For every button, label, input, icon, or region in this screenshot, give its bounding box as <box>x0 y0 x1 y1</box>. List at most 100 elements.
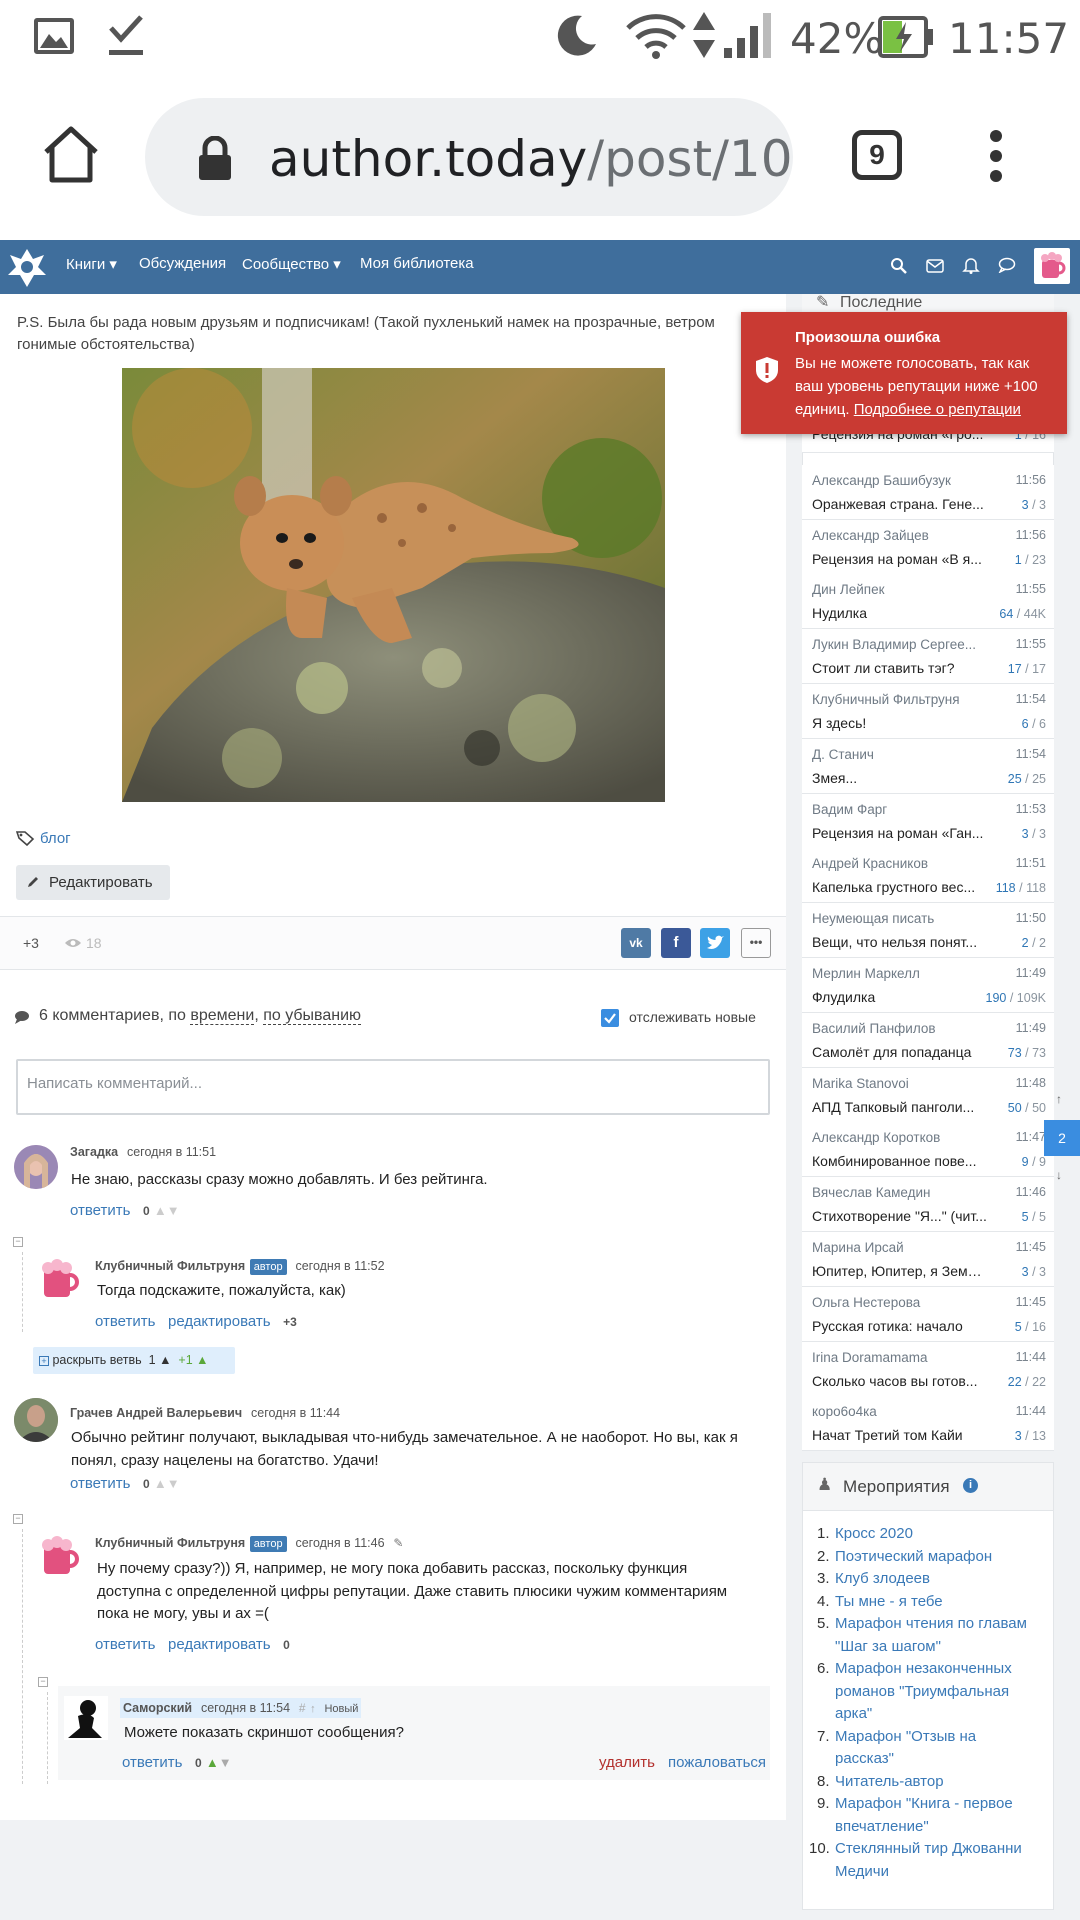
reply-link[interactable]: ответить <box>70 1475 130 1492</box>
comment-author[interactable]: Грачев Андрей Валерьевич <box>70 1406 242 1420</box>
site-logo[interactable] <box>6 245 48 289</box>
feed-title[interactable]: Я здесь! <box>812 715 987 731</box>
feed-item[interactable]: Клубничный Фильтруня 11:54 Я здесь! 6 / 6 <box>802 684 1054 739</box>
collapse-thread-icon[interactable]: − <box>38 1677 48 1687</box>
address-bar[interactable]: author.today/post/1017 <box>145 98 793 216</box>
sort-desc-link[interactable]: по убыванию <box>263 1007 362 1025</box>
feed-author[interactable]: Александр Коротков <box>812 1130 1002 1145</box>
feed-title[interactable]: Комбинированное пове... <box>812 1153 987 1169</box>
event-label[interactable]: Марафон "Отзыв на <box>835 1726 1049 1749</box>
thumbs-down-icon[interactable]: ▼ <box>219 1755 232 1770</box>
tag-blog[interactable]: блог <box>40 830 71 847</box>
scroll-up-icon[interactable]: ↑ <box>1056 1092 1062 1106</box>
feed-title[interactable]: Рецензия на роман «В я... <box>812 551 987 567</box>
share-twitter-button[interactable] <box>700 928 730 958</box>
event-label[interactable]: Марафон незаконченных <box>835 1658 1049 1681</box>
feed-author[interactable]: Вячеслав Камедин <box>812 1185 1002 1200</box>
event-label[interactable]: Читатель-автор <box>835 1771 1049 1794</box>
feed-title[interactable]: Змея... <box>812 770 987 786</box>
reply-link[interactable]: ответить <box>70 1202 130 1219</box>
comment-author[interactable]: Загадка <box>70 1145 118 1159</box>
feed-author[interactable]: Александр Башибузук <box>812 473 1002 488</box>
share-vk-button[interactable]: vk <box>621 928 651 958</box>
feed-title[interactable]: АПД Тапковый панголи... <box>812 1099 987 1115</box>
feed-item[interactable]: Вячеслав Камедин 11:46 Стихотворение "Я...… <box>802 1177 1054 1233</box>
feed-author[interactable]: Irina Doramamama <box>812 1350 1002 1365</box>
chat-icon[interactable] <box>998 257 1016 274</box>
event-label[interactable]: романов "Триумфальная <box>835 1681 1049 1704</box>
event-item[interactable]: 2. Поэтический марафон <box>813 1546 1049 1569</box>
feed-item[interactable]: Мерлин Маркелл 11:49 Флудилка 190 / 109K <box>802 958 1054 1013</box>
thumbs-down-icon[interactable]: ▼ <box>167 1203 180 1218</box>
edit-post-button[interactable]: Редактировать <box>16 865 170 900</box>
event-item[interactable]: 3. Клуб злодеев <box>813 1568 1049 1591</box>
feed-title[interactable]: Оранжевая страна. Гене... <box>812 496 987 512</box>
feed-item[interactable]: Василий Панфилов 11:49 Самолёт для попадан… <box>802 1012 1054 1068</box>
feed-author[interactable]: Неумеющая писать <box>812 911 1002 926</box>
event-label[interactable]: Ты мне - я тебе <box>835 1591 1049 1614</box>
feed-item[interactable]: Александр Зайцев 11:56 Рецензия на роман «… <box>802 519 1054 575</box>
home-icon[interactable] <box>40 124 102 186</box>
event-label[interactable]: Кросс 2020 <box>835 1523 1049 1546</box>
event-label[interactable]: "Шаг за шагом" <box>835 1636 1049 1659</box>
parent-arrow-icon[interactable]: ↑ <box>310 1703 316 1715</box>
event-item[interactable]: 1. Кросс 2020 <box>813 1523 1049 1546</box>
tab-switcher-button[interactable]: 9 <box>852 130 902 180</box>
feed-author[interactable]: Клубничный Фильтруня <box>812 692 1002 707</box>
feed-item[interactable]: Александр Коротков 11:47 Комбинированное п… <box>802 1122 1054 1178</box>
avatar[interactable] <box>38 1534 82 1578</box>
thumbs-up-icon[interactable]: ▲ <box>154 1476 167 1491</box>
event-item[interactable]: 10. Стеклянный тир Джованни Медичи <box>809 1838 1049 1884</box>
event-label[interactable]: Клуб злодеев <box>835 1568 1049 1591</box>
expand-branch-button[interactable]: + раскрыть ветвь 1 ▲ +1 ▲ <box>33 1347 235 1374</box>
feed-author[interactable]: Marika Stanovoi <box>812 1076 1002 1091</box>
comment-author[interactable]: Саморский <box>123 1701 192 1715</box>
feed-item[interactable]: Марина Ирсай 11:45 Юпитер, Юпитер, я Земл.… <box>802 1232 1054 1287</box>
feed-item[interactable]: Неумеющая писать 11:50 Вещи, что нельзя по… <box>802 903 1054 959</box>
avatar[interactable] <box>64 1696 108 1740</box>
nav-books[interactable]: Книги ▾ <box>66 255 117 273</box>
event-label[interactable]: арка" <box>835 1703 1049 1726</box>
feed-title[interactable]: Сколько часов вы готов... <box>812 1373 987 1389</box>
feed-title[interactable]: Русская готика: начало <box>812 1318 987 1334</box>
share-more-button[interactable]: ••• <box>741 928 771 958</box>
feed-item[interactable]: Дин Лейпек 11:55 Нудилка 64 / 44K <box>802 574 1054 630</box>
share-facebook-button[interactable]: f <box>661 928 691 958</box>
collapse-thread-icon[interactable]: − <box>13 1237 23 1247</box>
sort-by-time-link[interactable]: времени <box>190 1007 255 1025</box>
feed-author[interactable]: Марина Ирсай <box>812 1240 1002 1255</box>
delete-link[interactable]: удалить <box>599 1754 655 1771</box>
edit-comment-link[interactable]: редактировать <box>168 1313 271 1330</box>
comment-date[interactable]: сегодня в 11:46 <box>295 1536 384 1550</box>
comment-date[interactable]: сегодня в 11:51 <box>127 1145 216 1159</box>
comment-date[interactable]: сегодня в 11:52 <box>295 1259 384 1273</box>
feed-item[interactable]: Marika Stanovoi 11:48 АПД Тапковый панголи… <box>802 1067 1054 1123</box>
feed-title[interactable]: Юпитер, Юпитер, я Земл... <box>812 1263 987 1279</box>
event-label[interactable]: впечатление" <box>835 1816 1049 1839</box>
feed-item[interactable]: Александр Башибузук 11:56 Оранжевая страна… <box>802 464 1054 520</box>
feed-item[interactable]: Д. Станич 11:54 Змея... 25 / 25 <box>802 738 1054 794</box>
feed-author[interactable]: Вадим Фарг <box>812 802 1002 817</box>
feed-item[interactable]: Вадим Фарг 11:53 Рецензия на роман «Ган...… <box>802 793 1054 849</box>
search-icon[interactable] <box>890 257 908 275</box>
avatar[interactable] <box>14 1398 58 1442</box>
error-toast[interactable]: Произошла ошибка Вы не можете голосовать… <box>741 312 1067 434</box>
feed-title[interactable]: Флудилка <box>812 989 987 1005</box>
event-item[interactable]: 7. Марафон "Отзыв на рассказ" <box>813 1726 1049 1771</box>
reply-link[interactable]: ответить <box>95 1313 155 1330</box>
feed-author[interactable]: Андрей Красников <box>812 856 1002 871</box>
event-label[interactable]: Поэтический марафон <box>835 1546 1049 1569</box>
feed-author[interactable]: Ольга Нестерова <box>812 1295 1002 1310</box>
feed-title[interactable]: Стихотворение "Я..." (чит... <box>812 1208 987 1224</box>
feed-author[interactable]: Дин Лейпек <box>812 582 1002 597</box>
event-item[interactable]: 4. Ты мне - я тебе <box>813 1591 1049 1614</box>
track-new-checkbox[interactable] <box>601 1009 619 1027</box>
avatar[interactable] <box>14 1145 58 1189</box>
scroll-down-icon[interactable]: ↓ <box>1056 1168 1062 1182</box>
feed-title[interactable]: Нудилка <box>812 605 987 621</box>
info-icon[interactable]: i <box>963 1478 978 1493</box>
event-label[interactable]: Медичи <box>835 1861 1049 1884</box>
feed-title[interactable]: Самолёт для попаданца <box>812 1044 987 1060</box>
feed-title[interactable]: Стоит ли ставить тэг? <box>812 660 987 676</box>
feed-author[interactable]: Лукин Владимир Сергее... <box>812 637 1002 652</box>
